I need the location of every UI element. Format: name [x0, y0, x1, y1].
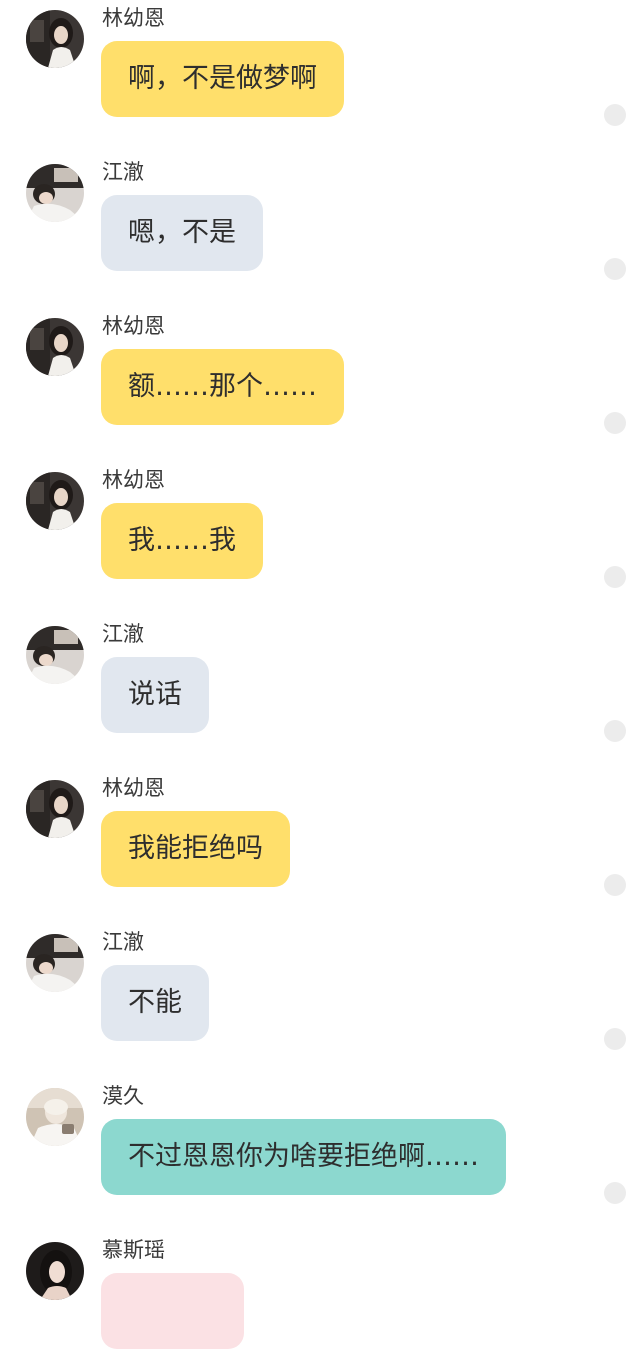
message-bubble[interactable]: 嗯，不是	[101, 195, 263, 271]
message-bubble[interactable]: 不能	[101, 965, 209, 1041]
avatar-jiangche[interactable]	[26, 626, 84, 684]
message-bubble[interactable]: 说话	[101, 657, 209, 733]
sender-name: 林幼恩	[102, 314, 165, 338]
message-status-dot[interactable]	[604, 104, 626, 126]
avatar-jiangche[interactable]	[26, 934, 84, 992]
avatar-musiyao[interactable]	[26, 1242, 84, 1300]
message-row: 林幼恩 额……那个……	[0, 308, 640, 448]
avatar-linyouen[interactable]	[26, 780, 84, 838]
sender-name: 江澈	[102, 622, 144, 646]
message-status-dot[interactable]	[604, 258, 626, 280]
message-status-dot[interactable]	[604, 566, 626, 588]
sender-name: 林幼恩	[102, 6, 165, 30]
message-bubble[interactable]: 不过恩恩你为啥要拒绝啊……	[101, 1119, 506, 1195]
sender-name: 慕斯瑶	[102, 1238, 165, 1262]
message-row: 江澈 不能	[0, 924, 640, 1064]
chat-message-list[interactable]: 林幼恩 啊，不是做梦啊 江澈 嗯，不是 林幼恩 额……那个…… 林幼恩 我……我	[0, 0, 640, 1349]
avatar-linyouen[interactable]	[26, 472, 84, 530]
message-row: 林幼恩 啊，不是做梦啊	[0, 0, 640, 140]
sender-name: 江澈	[102, 160, 144, 184]
message-status-dot[interactable]	[604, 1028, 626, 1050]
sender-name: 林幼恩	[102, 776, 165, 800]
avatar-mojiu[interactable]	[26, 1088, 84, 1146]
message-row: 江澈 说话	[0, 616, 640, 756]
message-status-dot[interactable]	[604, 412, 626, 434]
message-status-dot[interactable]	[604, 1182, 626, 1204]
message-row: 林幼恩 我能拒绝吗	[0, 770, 640, 910]
message-bubble[interactable]: 我能拒绝吗	[101, 811, 290, 887]
message-row: 慕斯瑶	[0, 1232, 640, 1372]
message-bubble[interactable]	[101, 1273, 244, 1349]
message-status-dot[interactable]	[604, 874, 626, 896]
avatar-jiangche[interactable]	[26, 164, 84, 222]
avatar-linyouen[interactable]	[26, 318, 84, 376]
message-row: 漠久 不过恩恩你为啥要拒绝啊……	[0, 1078, 640, 1218]
message-bubble[interactable]: 啊，不是做梦啊	[101, 41, 344, 117]
sender-name: 林幼恩	[102, 468, 165, 492]
sender-name: 漠久	[102, 1084, 144, 1108]
avatar-linyouen[interactable]	[26, 10, 84, 68]
message-status-dot[interactable]	[604, 720, 626, 742]
message-bubble[interactable]: 额……那个……	[101, 349, 344, 425]
sender-name: 江澈	[102, 930, 144, 954]
message-bubble[interactable]: 我……我	[101, 503, 263, 579]
message-row: 林幼恩 我……我	[0, 462, 640, 602]
message-row: 江澈 嗯，不是	[0, 154, 640, 294]
